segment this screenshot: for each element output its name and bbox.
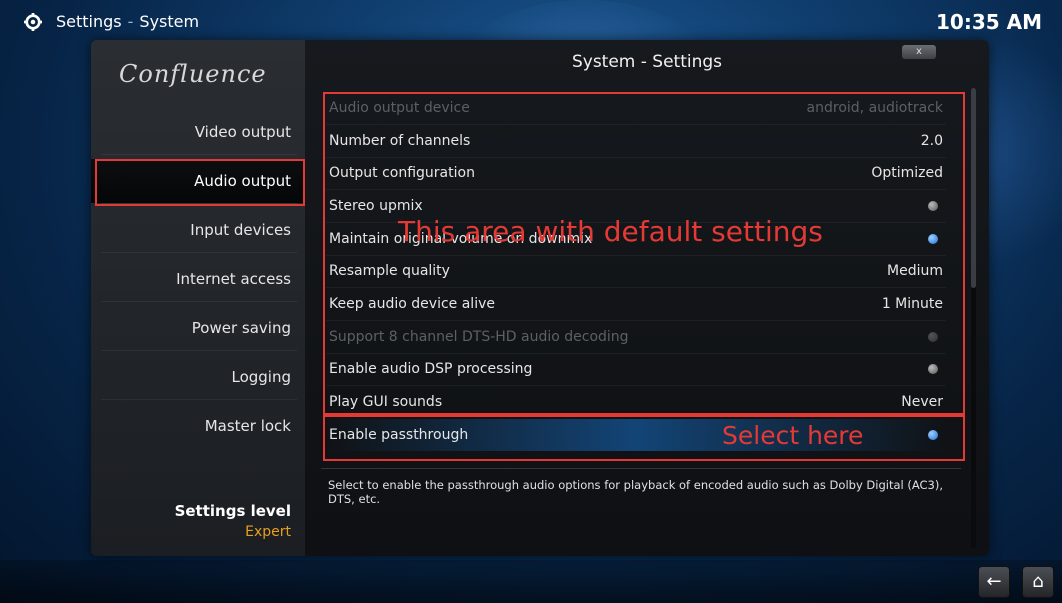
gear-icon	[24, 13, 42, 31]
breadcrumb-separator: -	[127, 12, 134, 31]
breadcrumb-app: Settings	[56, 12, 122, 31]
setting-label: Output configuration	[329, 165, 475, 181]
confluence-logo: Confluence	[119, 60, 267, 88]
setting-row-audio-dsp-processing[interactable]: Enable audio DSP processing	[326, 353, 946, 385]
setting-row-output-configuration[interactable]: Output configuration Optimized	[326, 157, 946, 189]
sidebar-item-power-saving[interactable]: Power saving	[91, 306, 305, 350]
back-arrow-icon[interactable]: ←	[978, 566, 1010, 598]
settings-panel: Confluence Video output Audio output Inp…	[91, 40, 989, 556]
divider	[321, 468, 961, 469]
settings-level[interactable]: Settings level Expert	[175, 502, 291, 540]
setting-row-audio-output-device[interactable]: Audio output device android, audiotrack	[326, 92, 946, 124]
setting-label: Keep audio device alive	[329, 296, 495, 312]
annotation-select-here-text: Select here	[722, 421, 864, 450]
settings-level-value: Expert	[245, 524, 291, 540]
radio-off-icon[interactable]	[928, 201, 938, 211]
help-text: Select to enable the passthrough audio o…	[328, 478, 943, 506]
setting-row-resample-quality[interactable]: Resample quality Medium	[326, 255, 946, 287]
setting-value: Medium	[887, 263, 943, 279]
setting-label: Enable passthrough	[329, 427, 469, 443]
setting-row-play-gui-sounds[interactable]: Play GUI sounds Never	[326, 386, 946, 418]
home-icon[interactable]: ⌂	[1022, 566, 1054, 598]
setting-label: Resample quality	[329, 263, 450, 279]
setting-value: Optimized	[871, 165, 943, 181]
radio-off-icon[interactable]	[928, 364, 938, 374]
setting-value: android, audiotrack	[806, 100, 943, 116]
panel-title: System - Settings	[571, 52, 723, 72]
clock: 10:35 AM	[935, 10, 1042, 34]
setting-row-keep-audio-device-alive[interactable]: Keep audio device alive 1 Minute	[326, 288, 946, 320]
radio-on-icon[interactable]	[928, 430, 938, 440]
divider	[101, 203, 297, 204]
bottom-bar	[0, 560, 1062, 603]
setting-value: Never	[901, 394, 943, 410]
setting-label: Number of channels	[329, 133, 471, 149]
divider	[101, 399, 297, 400]
sidebar: Confluence Video output Audio output Inp…	[91, 40, 305, 556]
setting-label: Play GUI sounds	[329, 394, 443, 410]
sidebar-item-internet-access[interactable]: Internet access	[91, 257, 305, 301]
sidebar-item-logging[interactable]: Logging	[91, 355, 305, 399]
sidebar-item-audio-output[interactable]: Audio output	[91, 159, 305, 203]
divider	[101, 252, 297, 253]
sidebar-item-input-devices[interactable]: Input devices	[91, 208, 305, 252]
scrollbar[interactable]	[971, 88, 976, 548]
divider	[101, 350, 297, 351]
sidebar-item-video-output[interactable]: Video output	[91, 110, 305, 154]
radio-off-icon[interactable]	[928, 332, 938, 342]
setting-label: Enable audio DSP processing	[329, 361, 533, 377]
setting-label: Support 8 channel DTS-HD audio decoding	[329, 329, 629, 345]
divider	[101, 301, 297, 302]
setting-value: 2.0	[920, 133, 943, 149]
breadcrumb: Settings - System	[56, 12, 199, 31]
setting-row-dts-hd-decoding[interactable]: Support 8 channel DTS-HD audio decoding	[326, 321, 946, 353]
scrollbar-thumb[interactable]	[971, 88, 976, 288]
setting-label: Audio output device	[329, 100, 470, 116]
setting-row-number-of-channels[interactable]: Number of channels 2.0	[326, 125, 946, 157]
sidebar-item-master-lock[interactable]: Master lock	[91, 404, 305, 448]
annotation-default-area-text: This area with default settings	[398, 215, 823, 248]
divider	[101, 154, 297, 155]
radio-on-icon[interactable]	[928, 234, 938, 244]
top-bar: Settings - System 10:35 AM	[0, 0, 1062, 44]
setting-value: 1 Minute	[881, 296, 943, 312]
breadcrumb-section: System	[139, 12, 200, 31]
close-button[interactable]: x	[902, 45, 936, 59]
settings-level-label: Settings level	[174, 502, 291, 520]
